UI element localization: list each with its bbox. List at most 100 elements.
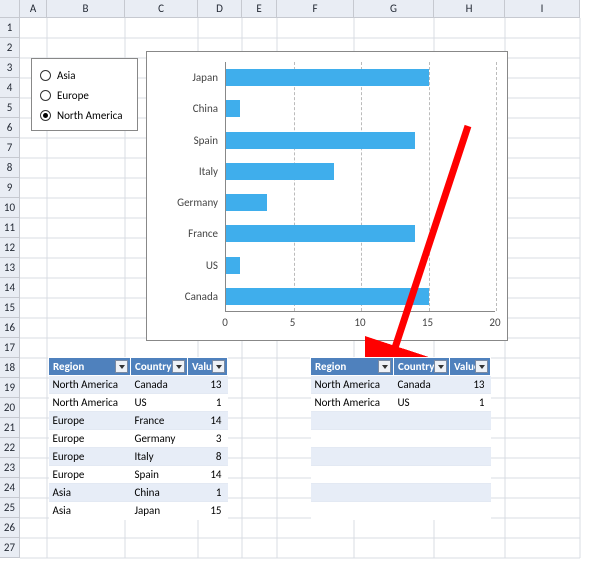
table-row[interactable]: EuropeFrance14 (49, 412, 228, 430)
bar-fill (226, 194, 267, 211)
row-header-17[interactable]: 17 (0, 338, 20, 358)
chart-gridline (496, 62, 497, 311)
cell: France (131, 412, 188, 430)
cell: North America (49, 376, 131, 394)
col-header-region[interactable]: Region (49, 358, 131, 376)
table-row[interactable]: North AmericaUS1 (49, 394, 228, 412)
bar-italy: Italy (226, 163, 334, 180)
cell-empty (450, 448, 491, 466)
row-header-27[interactable]: 27 (0, 538, 20, 558)
row-header-6[interactable]: 6 (0, 118, 20, 138)
bar-label: China (148, 102, 218, 115)
chart-plot-area: JapanChinaSpainItalyGermanyFranceUSCanad… (225, 62, 495, 312)
column-header-F[interactable]: F (277, 0, 354, 18)
table-row[interactable]: North AmericaCanada13 (49, 376, 228, 394)
row-header-11[interactable]: 11 (0, 218, 20, 238)
row-header-16[interactable]: 16 (0, 318, 20, 338)
cell: 15 (188, 502, 228, 520)
filter-dropdown-icon[interactable] (434, 360, 447, 373)
table-row[interactable]: AsiaJapan15 (49, 502, 228, 520)
cell-empty (394, 484, 450, 502)
cell-empty (311, 412, 394, 430)
cell: Spain (131, 466, 188, 484)
cell-empty (394, 448, 450, 466)
col-header-region[interactable]: Region (311, 358, 394, 376)
column-header-C[interactable]: C (125, 0, 198, 18)
col-header-label: Region (53, 360, 84, 373)
col-header-country[interactable]: Country (394, 358, 450, 376)
row-header-8[interactable]: 8 (0, 158, 20, 178)
row-header-25[interactable]: 25 (0, 498, 20, 518)
column-header-E[interactable]: E (242, 0, 277, 18)
row-header-5[interactable]: 5 (0, 98, 20, 118)
row-header-15[interactable]: 15 (0, 298, 20, 318)
table-row[interactable]: EuropeSpain14 (49, 466, 228, 484)
filtered-data-table[interactable]: Region Country ValueNorth AmericaCanada13N… (310, 357, 491, 520)
bar-china: China (226, 100, 240, 117)
option-europe[interactable]: Europe (40, 85, 129, 105)
cell: Asia (49, 484, 131, 502)
row-header-14[interactable]: 14 (0, 278, 20, 298)
col-header-label: Country (135, 360, 171, 373)
filter-dropdown-icon[interactable] (172, 360, 185, 373)
radio-icon (40, 110, 51, 121)
worksheet-area[interactable]: AsiaEuropeNorth America JapanChinaSpainI… (20, 18, 589, 559)
full-data-table[interactable]: Region Country ValueNorth AmericaCanada13N… (48, 357, 228, 520)
cell: North America (311, 376, 394, 394)
col-header-country[interactable]: Country (131, 358, 188, 376)
table-row[interactable]: North AmericaCanada13 (311, 376, 491, 394)
row-header-21[interactable]: 21 (0, 418, 20, 438)
column-header-A[interactable]: A (20, 0, 47, 18)
table-row[interactable]: EuropeItaly8 (49, 448, 228, 466)
row-header-3[interactable]: 3 (0, 58, 20, 78)
row-header-4[interactable]: 4 (0, 78, 20, 98)
cell-empty (450, 412, 491, 430)
row-header-23[interactable]: 23 (0, 458, 20, 478)
row-header-24[interactable]: 24 (0, 478, 20, 498)
bar-label: Italy (148, 165, 218, 178)
column-header-D[interactable]: D (198, 0, 242, 18)
row-header-18[interactable]: 18 (0, 358, 20, 378)
row-header-19[interactable]: 19 (0, 378, 20, 398)
country-bar-chart[interactable]: JapanChinaSpainItalyGermanyFranceUSCanad… (146, 51, 508, 341)
column-header-H[interactable]: H (434, 0, 505, 18)
row-header-7[interactable]: 7 (0, 138, 20, 158)
table-row[interactable]: North AmericaUS1 (311, 394, 491, 412)
row-header-10[interactable]: 10 (0, 198, 20, 218)
cell-empty (394, 412, 450, 430)
column-header-B[interactable]: B (47, 0, 125, 18)
row-header-20[interactable]: 20 (0, 398, 20, 418)
row-header-2[interactable]: 2 (0, 38, 20, 58)
bar-label: US (148, 259, 218, 272)
cell-empty (394, 466, 450, 484)
option-asia[interactable]: Asia (40, 65, 129, 85)
cell-empty (311, 502, 394, 520)
row-header-9[interactable]: 9 (0, 178, 20, 198)
table-row[interactable]: EuropeGermany3 (49, 430, 228, 448)
bar-canada: Canada (226, 288, 429, 305)
chart-gridline (294, 62, 295, 311)
cell: 14 (188, 466, 228, 484)
bar-label: Spain (148, 134, 218, 147)
row-header-13[interactable]: 13 (0, 258, 20, 278)
col-header-value[interactable]: Value (188, 358, 228, 376)
col-header-label: Region (315, 360, 346, 373)
column-header-I[interactable]: I (505, 0, 580, 18)
filter-dropdown-icon[interactable] (212, 360, 225, 373)
col-header-label: Country (398, 360, 434, 373)
row-header-12[interactable]: 12 (0, 238, 20, 258)
option-north-america[interactable]: North America (40, 105, 129, 125)
bar-france: France (226, 225, 415, 242)
col-header-value[interactable]: Value (450, 358, 491, 376)
row-header-1[interactable]: 1 (0, 18, 20, 38)
filter-dropdown-icon[interactable] (115, 360, 128, 373)
select-all-corner[interactable] (0, 0, 20, 18)
option-label: Asia (57, 69, 75, 82)
row-header-22[interactable]: 22 (0, 438, 20, 458)
row-header-26[interactable]: 26 (0, 518, 20, 538)
column-header-G[interactable]: G (354, 0, 434, 18)
filter-dropdown-icon[interactable] (378, 360, 391, 373)
filter-dropdown-icon[interactable] (475, 360, 488, 373)
cell: North America (49, 394, 131, 412)
table-row[interactable]: AsiaChina1 (49, 484, 228, 502)
